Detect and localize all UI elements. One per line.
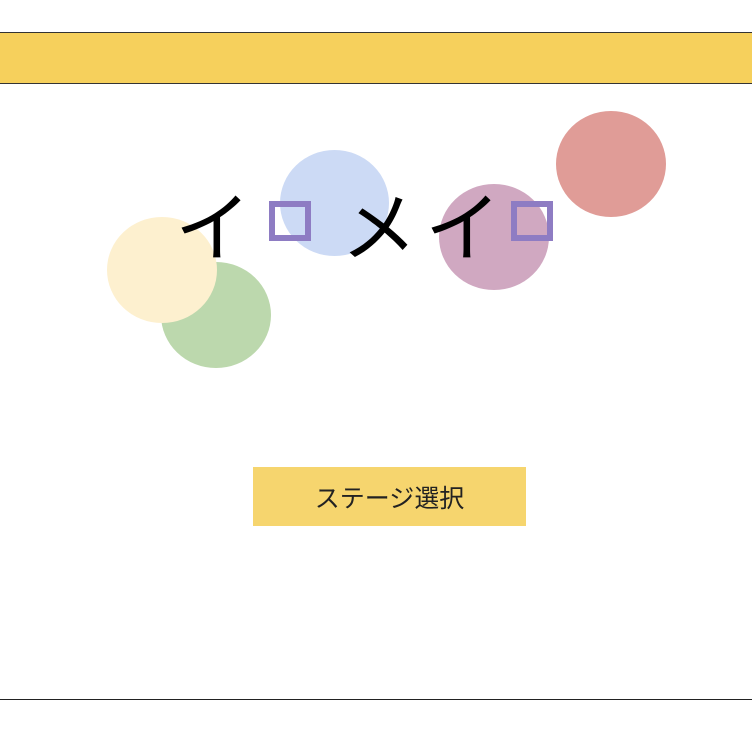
bottom-divider	[0, 699, 752, 700]
title-char-me: メ	[341, 184, 417, 273]
red-circle	[556, 111, 666, 217]
title-char-i-2: イ	[425, 184, 501, 273]
title-screen: イ メ イ ステージ選択	[0, 0, 752, 752]
title-char-i: イ	[175, 184, 251, 273]
stage-select-label: ステージ選択	[314, 483, 465, 513]
header-bar	[0, 32, 752, 84]
stage-select-button[interactable]: ステージ選択	[253, 467, 526, 526]
title-char-ro-box-2	[511, 201, 553, 241]
title-char-ro-box	[269, 201, 311, 241]
